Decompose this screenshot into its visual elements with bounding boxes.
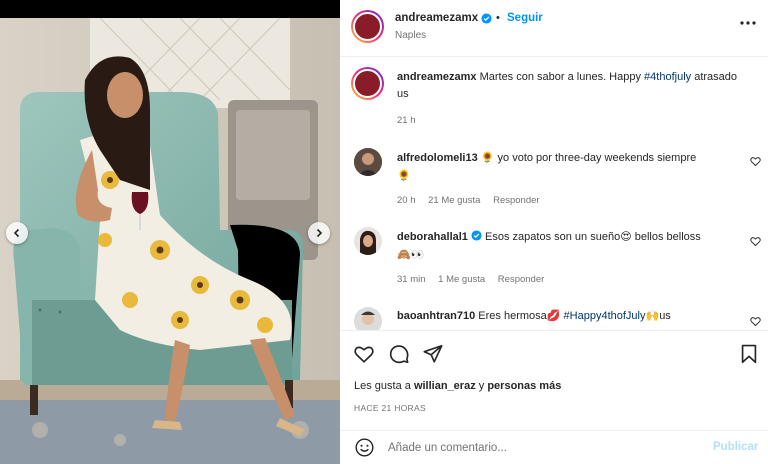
like-comment-heart-icon[interactable] [750, 316, 761, 327]
post-photo [0, 0, 340, 464]
caption-avatar[interactable] [351, 67, 384, 100]
comment-avatar[interactable] [354, 307, 382, 330]
previous-image-button[interactable] [6, 222, 28, 244]
caption-body: Martes con sabor a lunes. Happy [479, 71, 645, 83]
comment-meta: 31 min 1 Me gusta Responder [397, 274, 554, 285]
comment-avatar[interactable] [354, 227, 382, 255]
likes-others[interactable]: personas más [487, 380, 561, 392]
comment-time[interactable]: 20 h [397, 195, 416, 206]
chevron-right-icon [316, 228, 323, 238]
comment-emoji: 🌻 [480, 151, 495, 164]
more-icon[interactable] [738, 17, 758, 29]
verified-icon [481, 13, 492, 24]
bookmark-icon[interactable] [738, 343, 760, 365]
heart-icon[interactable] [353, 343, 375, 365]
likes-summary[interactable]: Les gusta a willian_eraz y personas más [354, 380, 561, 392]
comment-emoji-line: 🌻 [397, 169, 411, 182]
likes-user[interactable]: willian_eraz [414, 380, 476, 392]
post-header: andreamezamx • Seguir Naples [340, 0, 768, 57]
reply-button[interactable]: Responder [498, 274, 544, 285]
comment-username[interactable]: baoanhtran710 [397, 310, 475, 322]
comment-emoji-line: 🙈👀 [397, 248, 425, 261]
share-icon[interactable] [422, 343, 444, 365]
comment-time[interactable]: 31 min [397, 274, 426, 285]
post-actions: Les gusta a willian_eraz y personas más … [340, 330, 768, 420]
caption-username[interactable]: andreamezamx [397, 71, 477, 83]
chevron-left-icon [13, 228, 20, 238]
comment-body-end: us [659, 310, 671, 322]
reply-button[interactable]: Responder [493, 195, 539, 206]
comment-icon[interactable] [388, 343, 410, 365]
comment-text: deborahallal1 Esos zapatos son un sueño😍… [397, 228, 737, 264]
caption-meta: 21 h [397, 115, 426, 126]
caption-time[interactable]: 21 h [397, 115, 416, 126]
publish-button[interactable]: Publicar [713, 441, 758, 453]
post-timestamp[interactable]: HACE 21 HORAS [354, 403, 426, 413]
likes-middle: y [475, 380, 488, 392]
comment-body: yo voto por three-day weekends siempre [494, 152, 697, 164]
comment-composer: Publicar [340, 430, 768, 464]
caption-hashtag[interactable]: #4thofjuly [644, 71, 691, 83]
likes-prefix: Les gusta a [354, 380, 414, 392]
verified-icon [471, 230, 482, 241]
comment-emoji: 😍 [620, 230, 632, 243]
comment-emoji: 🙌 [645, 309, 660, 322]
comment-input[interactable] [388, 439, 688, 457]
comment-body: Eres hermosa [475, 310, 547, 322]
comments-list[interactable]: andreamezamx Martes con sabor a lunes. H… [340, 58, 768, 330]
comment-likes[interactable]: 21 Me gusta [428, 195, 480, 206]
avatar-image [354, 148, 382, 176]
author-avatar[interactable] [351, 10, 384, 43]
post-image-panel[interactable] [0, 0, 340, 464]
like-comment-heart-icon[interactable] [750, 236, 761, 247]
comment-avatar[interactable] [354, 148, 382, 176]
author-username[interactable]: andreamezamx [395, 12, 478, 24]
comment-text: alfredolomeli13 🌻 yo voto por three-day … [397, 149, 737, 185]
comment-meta: 20 h 21 Me gusta Responder [397, 195, 550, 206]
comment-body: Esos zapatos son un sueño [481, 231, 621, 243]
comment-username[interactable]: alfredolomeli13 [397, 152, 478, 164]
avatar-image [354, 227, 382, 255]
avatar-image [354, 307, 382, 330]
comment-text: baoanhtran710 Eres hermosa💋 #Happy4thofJ… [397, 307, 737, 325]
like-comment-heart-icon[interactable] [750, 156, 761, 167]
emoji-icon[interactable] [354, 437, 375, 458]
comment-likes[interactable]: 1 Me gusta [438, 274, 485, 285]
next-image-button[interactable] [308, 222, 330, 244]
post-location[interactable]: Naples [395, 30, 426, 41]
follow-button[interactable]: Seguir [507, 12, 543, 24]
comment-emoji: 💋 [546, 309, 561, 322]
caption-text: andreamezamx Martes con sabor a lunes. H… [397, 69, 737, 103]
comment-username[interactable]: deborahallal1 [397, 231, 468, 243]
header-separator: • [496, 12, 500, 24]
comment-hashtag[interactable]: #Happy4thofJuly [560, 310, 646, 322]
post-side-panel: andreamezamx • Seguir Naples andreamezam… [340, 0, 768, 464]
comment-body-end: bellos belloss [631, 231, 701, 243]
